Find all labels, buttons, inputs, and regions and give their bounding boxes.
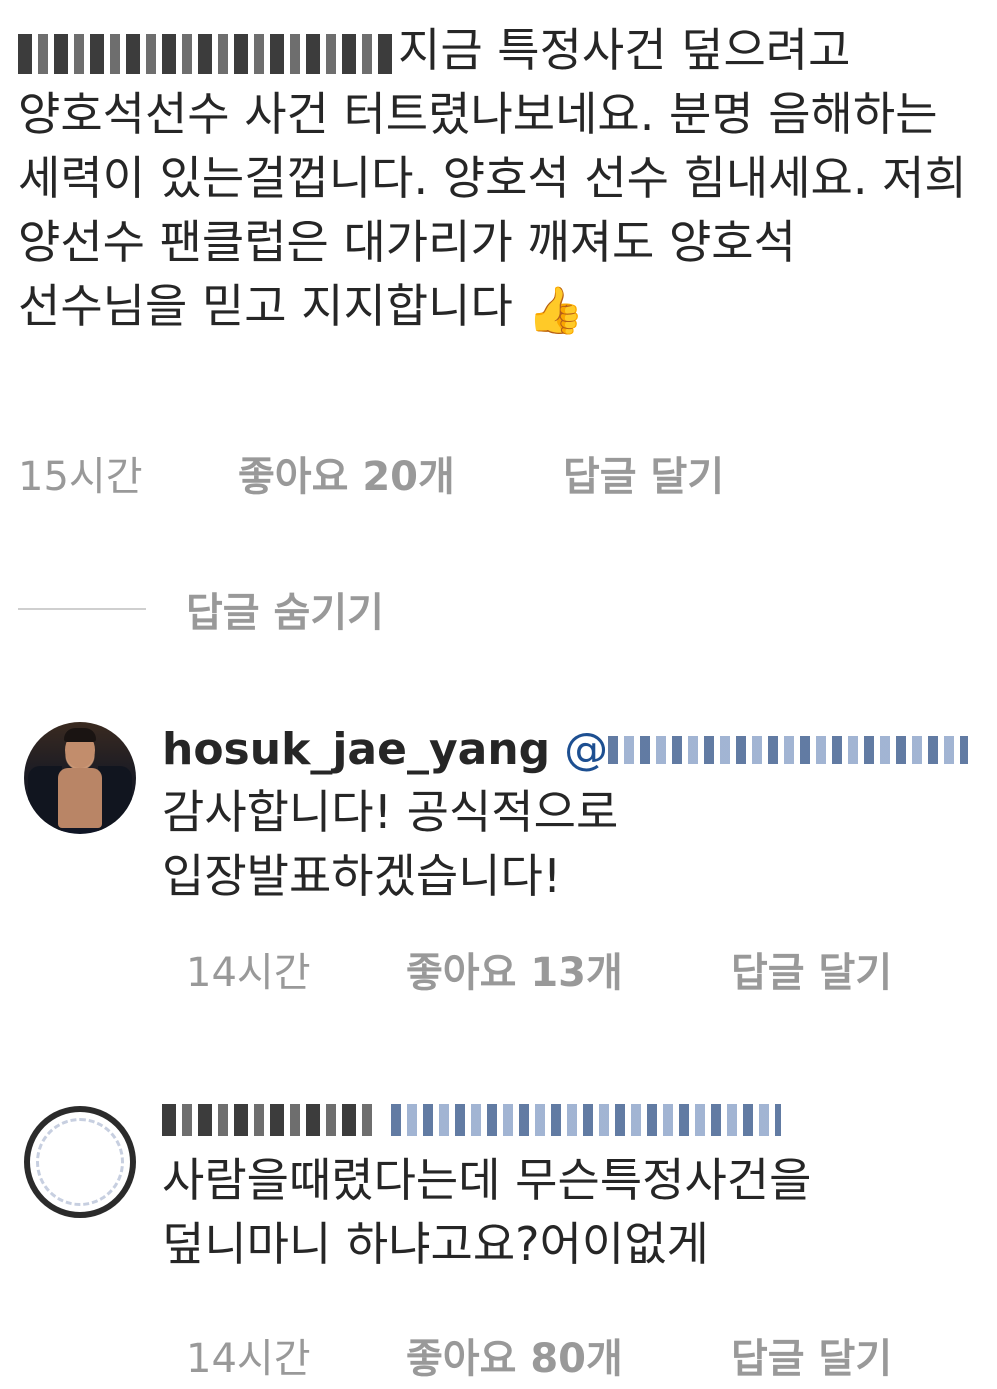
reply-likes[interactable]: 좋아요 80개 <box>406 1326 731 1384</box>
reply-text-line-1: 사람을때렸다는데 무슨특정사건을 <box>162 1153 812 1207</box>
thumbs-up-icon: 👍 <box>527 282 585 337</box>
main-comment-meta: 15시간 좋아요 20개 답글 달기 <box>18 444 724 502</box>
reply-text-line-2: 입장발표하겠습니다! <box>162 849 562 903</box>
reply-username-row: hosuk_jae_yang @ <box>162 720 972 780</box>
reply-username[interactable]: hosuk_jae_yang <box>162 720 550 780</box>
comment-time: 15시간 <box>18 454 143 500</box>
masked-mention[interactable] <box>391 1104 781 1136</box>
reply-time: 14시간 <box>186 1336 311 1382</box>
avatar[interactable] <box>24 1106 136 1218</box>
avatar[interactable] <box>24 722 136 834</box>
reply-text-line-2: 덮니마니 하냐고요?어이없게 <box>162 1217 709 1271</box>
reply-username-row <box>162 1104 972 1136</box>
reply-text-line-1: 감사합니다! 공식적으로 <box>162 785 619 839</box>
main-comment: 지금 특정사건 덮으려고 양호석선수 사건 터트렸나보네요. 분명 음해하는 세… <box>18 18 978 342</box>
reply-body: 사람을때렸다는데 무슨특정사건을 덮니마니 하냐고요?어이없게 <box>162 1104 972 1276</box>
masked-mention[interactable] <box>608 736 969 764</box>
reply-time: 14시간 <box>186 950 311 996</box>
divider <box>18 608 146 610</box>
masked-username[interactable] <box>162 1104 377 1136</box>
reply-button[interactable]: 답글 달기 <box>563 444 724 502</box>
reply-body: hosuk_jae_yang @ 감사합니다! 공식적으로 입장발표하겠습니다! <box>162 720 972 908</box>
masked-username[interactable] <box>18 33 398 74</box>
reply-meta: 14시간 좋아요 13개 답글 달기 <box>186 940 892 998</box>
reply-button[interactable]: 답글 달기 <box>731 940 892 998</box>
reply-button[interactable]: 답글 달기 <box>731 1326 892 1384</box>
mention-prefix[interactable]: @ <box>564 720 608 780</box>
hide-replies-toggle[interactable]: 답글 숨기기 <box>18 580 384 638</box>
reply-likes[interactable]: 좋아요 13개 <box>406 940 731 998</box>
comment-likes[interactable]: 좋아요 20개 <box>238 444 563 502</box>
main-comment-text-block: 지금 특정사건 덮으려고 양호석선수 사건 터트렸나보네요. 분명 음해하는 세… <box>18 18 978 342</box>
hide-replies-label[interactable]: 답글 숨기기 <box>186 580 384 638</box>
reply-meta: 14시간 좋아요 80개 답글 달기 <box>186 1326 892 1384</box>
